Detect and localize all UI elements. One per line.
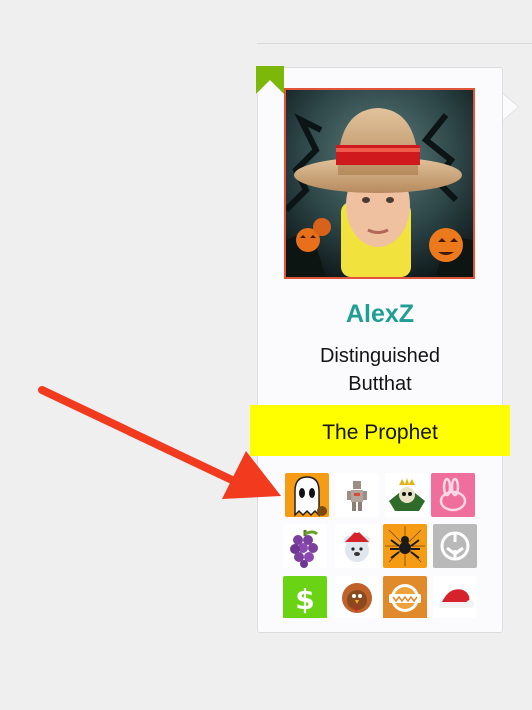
arrow-icon bbox=[38, 386, 281, 499]
